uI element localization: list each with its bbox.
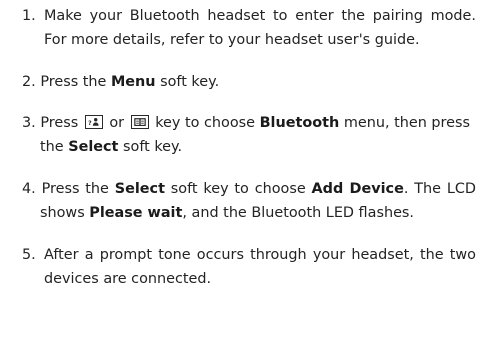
step-text-post: soft key. xyxy=(118,139,183,155)
step-3: 3. Press ? or key to choose Bluetooth me… xyxy=(0,111,490,159)
step-text-pre: Press xyxy=(40,115,83,131)
step-number: 3. xyxy=(22,115,36,131)
please-wait-label: Please wait xyxy=(89,205,183,221)
step-number: 4. xyxy=(22,181,36,197)
step-1: 1. Make your Bluetooth headset to enter … xyxy=(0,4,490,52)
step-text-post: , and the Bluetooth LED flashes. xyxy=(182,205,414,221)
step-text-post: soft key. xyxy=(155,74,220,90)
step-text-pre: Press the xyxy=(41,181,115,197)
step-5: 5. After a prompt tone occurs through yo… xyxy=(0,243,490,291)
phonebook-key-glyph xyxy=(133,118,146,127)
contacts-key-glyph: ? xyxy=(88,118,99,127)
step-text: After a prompt tone occurs through your … xyxy=(44,247,476,287)
add-device-label: Add Device xyxy=(311,181,404,197)
svg-text:?: ? xyxy=(88,120,92,127)
bluetooth-menu-label: Bluetooth xyxy=(259,115,340,131)
step-text: Make your Bluetooth headset to enter the… xyxy=(44,8,476,48)
step-text-pre: Press the xyxy=(40,74,111,90)
step-number: 5. xyxy=(22,247,36,263)
contacts-key-icon: ? xyxy=(84,115,103,129)
step-2: 2. Press the Menu soft key. xyxy=(0,70,490,94)
step-text-or: or xyxy=(104,115,129,131)
menu-key-label: Menu xyxy=(110,74,156,90)
phonebook-key-icon xyxy=(130,115,149,129)
instruction-steps: 1. Make your Bluetooth headset to enter … xyxy=(0,4,490,291)
step-number: 2. xyxy=(22,74,36,90)
step-text-mid: soft key to choose xyxy=(164,181,312,197)
step-number: 1. xyxy=(22,8,36,24)
select-key-label: Select xyxy=(114,181,165,197)
select-key-label: Select xyxy=(68,139,119,155)
step-text-mid: key to choose xyxy=(150,115,260,131)
step-4: 4. Press the Select soft key to choose A… xyxy=(0,177,490,225)
